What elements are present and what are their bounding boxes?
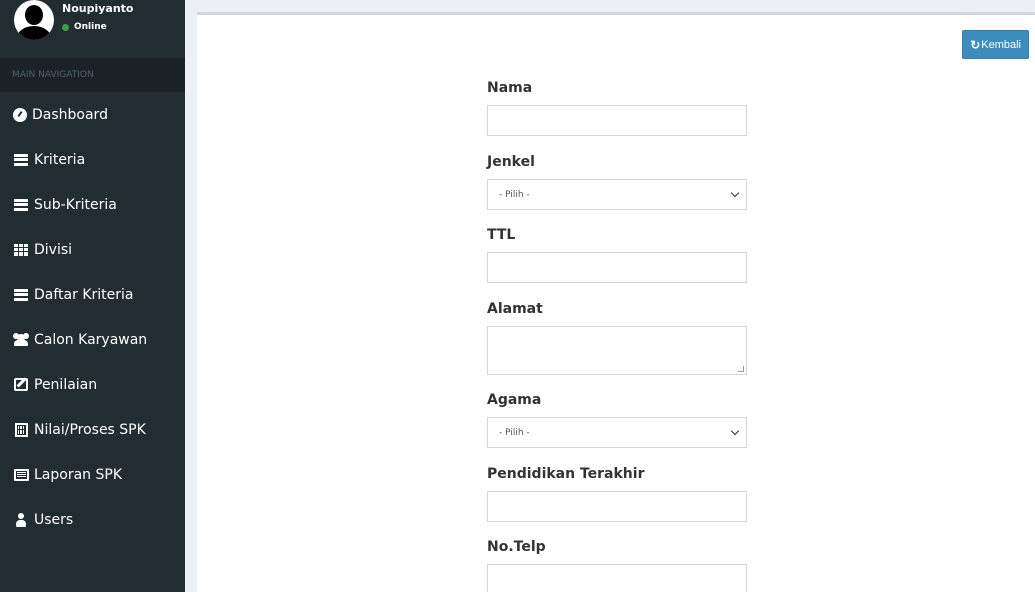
calculator-icon [13, 422, 29, 437]
jenkel-select-value: - Pilih - [499, 189, 530, 200]
sidebar-item-sub-kriteria[interactable]: Sub-Kriteria [0, 182, 185, 227]
list-ul-icon [13, 198, 29, 212]
sidebar-item-penilaian[interactable]: Penilaian [0, 362, 185, 407]
pendidikan-label: Pendidikan Terakhir [487, 466, 645, 482]
content-box: ↻ Kembali Nama Jenkel - Pilih - TTL Alam… [197, 12, 1035, 592]
online-dot-icon [62, 23, 69, 31]
dashboard-icon [13, 107, 27, 122]
agama-select[interactable]: - Pilih - [487, 417, 747, 448]
user-status-label: Online [74, 22, 107, 32]
sidebar-item-label: Penilaian [34, 376, 98, 393]
refresh-icon: ↻ [970, 37, 981, 52]
list-icon [13, 153, 29, 167]
avatar [14, 0, 54, 40]
sidebar-item-label: Divisi [34, 241, 73, 258]
grid-icon [13, 243, 29, 257]
notelp-label: No.Telp [487, 539, 546, 555]
agama-label: Agama [487, 392, 542, 408]
list-alt-icon [13, 288, 29, 302]
user-status: Online [62, 22, 107, 32]
alamat-textarea[interactable] [487, 326, 747, 375]
report-icon [13, 468, 29, 482]
user-name: Noupiyanto [62, 2, 134, 15]
sidebar-item-label: Laporan SPK [34, 466, 122, 483]
ttl-input[interactable] [487, 252, 747, 283]
notelp-input[interactable] [487, 564, 747, 592]
sidebar-item-label: Kriteria [34, 151, 86, 168]
back-button-label: Kembali [981, 38, 1021, 51]
sidebar-item-users[interactable]: Users [0, 497, 185, 542]
resize-grip-icon[interactable] [738, 366, 744, 372]
user-icon [13, 512, 29, 527]
agama-select-value: - Pilih - [499, 427, 530, 438]
jenkel-label: Jenkel [487, 154, 535, 170]
pendidikan-input[interactable] [487, 491, 747, 522]
nama-input[interactable] [487, 105, 747, 136]
nav-header: MAIN NAVIGATION [0, 58, 185, 92]
nama-label: Nama [487, 80, 533, 96]
sidebar-item-divisi[interactable]: Divisi [0, 227, 185, 272]
sidebar-item-label: Daftar Kriteria [34, 286, 134, 303]
alamat-label: Alamat [487, 301, 543, 317]
sidebar: Noupiyanto Online MAIN NAVIGATION Dashbo… [0, 0, 185, 592]
sidebar-item-calon-karyawan[interactable]: Calon Karyawan [0, 317, 185, 362]
sidebar-item-dashboard[interactable]: Dashboard [0, 92, 185, 137]
chevron-down-icon [730, 188, 740, 198]
ttl-label: TTL [487, 227, 516, 243]
chevron-down-icon [730, 426, 740, 436]
sidebar-item-label: Sub-Kriteria [34, 196, 117, 213]
sidebar-item-label: Dashboard [32, 106, 108, 123]
sidebar-item-label: Users [34, 511, 74, 528]
sidebar-item-label: Calon Karyawan [34, 331, 148, 348]
back-button[interactable]: ↻ Kembali [962, 30, 1029, 59]
sidebar-menu: Dashboard Kriteria Sub-Kriteria Divisi D… [0, 92, 185, 542]
sidebar-item-kriteria[interactable]: Kriteria [0, 137, 185, 182]
users-icon [13, 333, 29, 347]
sidebar-item-laporan-spk[interactable]: Laporan SPK [0, 452, 185, 497]
sidebar-item-daftar-kriteria[interactable]: Daftar Kriteria [0, 272, 185, 317]
jenkel-select[interactable]: - Pilih - [487, 179, 747, 210]
sidebar-item-label: Nilai/Proses SPK [34, 421, 146, 438]
sidebar-item-nilai-proses-spk[interactable]: Nilai/Proses SPK [0, 407, 185, 452]
user-panel: Noupiyanto Online [0, 0, 185, 58]
edit-icon [13, 378, 29, 392]
